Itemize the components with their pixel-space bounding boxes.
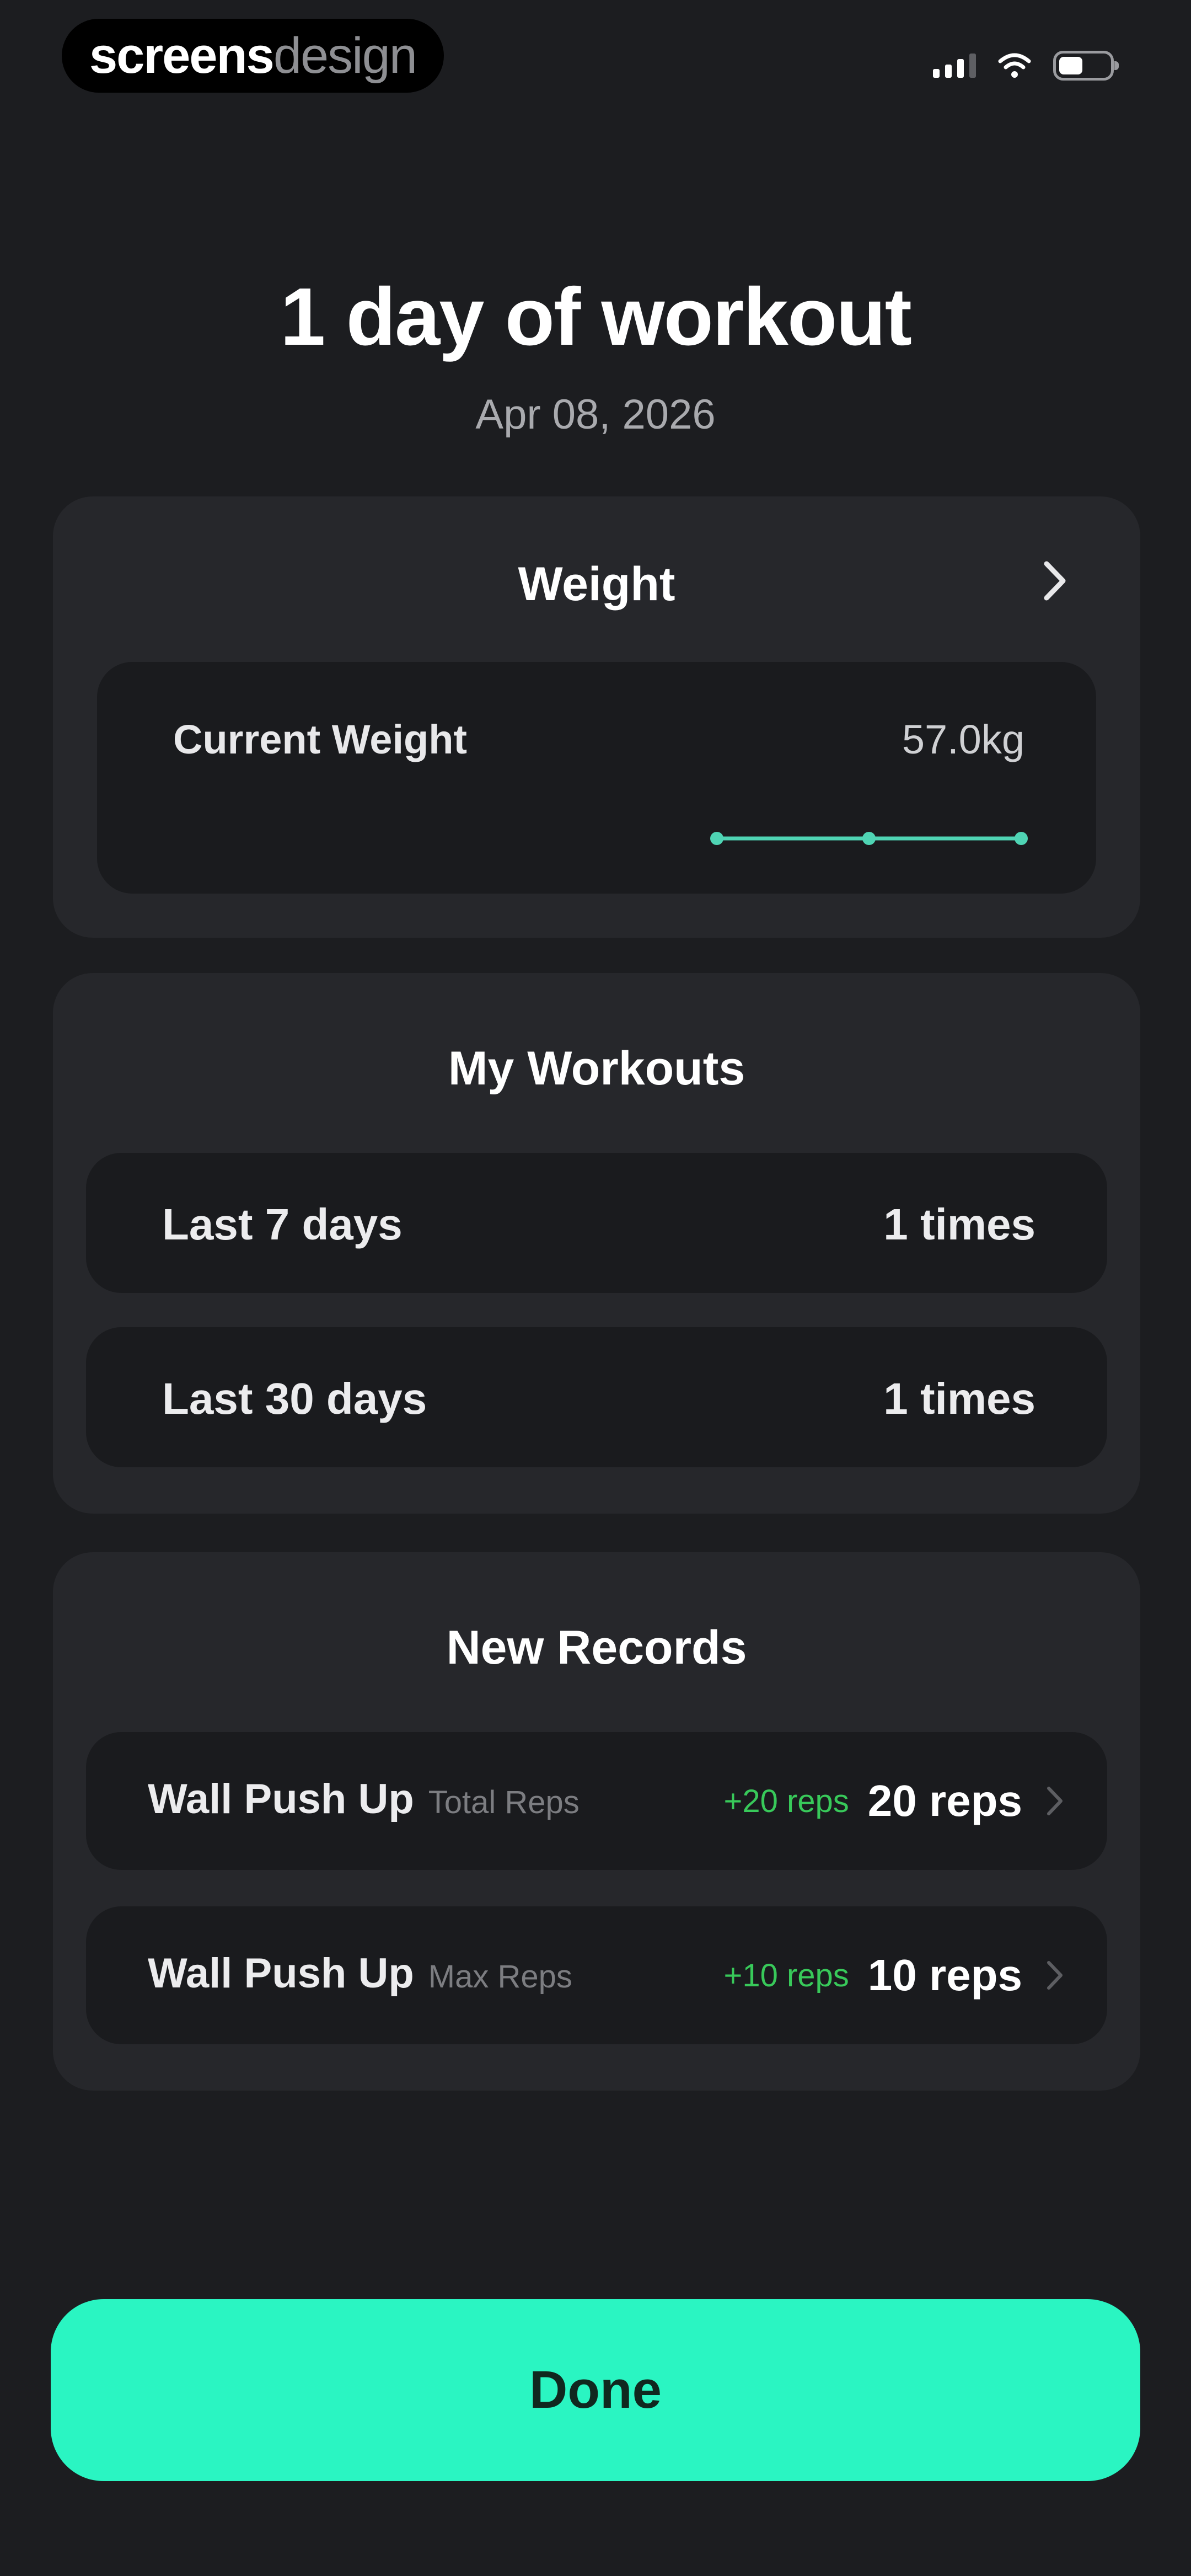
my-workouts-card: My Workouts Last 7 days 1 times Last 30 … <box>53 973 1140 1514</box>
record-exercise-name: Wall Push Up <box>148 1776 414 1823</box>
weight-trend-sparkline <box>710 832 1028 845</box>
brand-logo: screens design <box>62 19 444 93</box>
brand-primary-text: screens <box>89 27 275 84</box>
chevron-right-icon <box>1047 1787 1063 1815</box>
record-values: +20 reps 20 reps <box>723 1732 1069 1870</box>
record-exercise: Wall Push Up Max Reps <box>148 1949 572 1997</box>
workout-stat-row-last-30-days: Last 30 days 1 times <box>86 1327 1107 1467</box>
current-weight-value: 57.0kg <box>902 717 1024 762</box>
chevron-right-icon[interactable] <box>1030 556 1080 606</box>
status-icons <box>933 51 1119 81</box>
page-title: 1 day of workout <box>280 271 912 362</box>
workout-date: Apr 08, 2026 <box>475 391 716 438</box>
record-metric: Max Reps <box>428 1959 572 1995</box>
brand-secondary-text: design <box>273 27 417 84</box>
workout-stat-label: Last 30 days <box>162 1374 427 1423</box>
weight-trend-point <box>710 832 723 845</box>
current-weight-label: Current Weight <box>173 717 468 762</box>
new-records-title: New Records <box>446 1621 747 1674</box>
wifi-icon <box>998 53 1031 78</box>
record-values: +10 reps 10 reps <box>723 1906 1069 2044</box>
weight-card[interactable]: Weight Current Weight 57.0kg <box>53 496 1140 938</box>
done-button[interactable]: Done <box>51 2299 1140 2481</box>
workout-stat-row-last-7-days: Last 7 days 1 times <box>86 1153 1107 1293</box>
record-exercise: Wall Push Up Total Reps <box>148 1775 580 1823</box>
record-row-total-reps[interactable]: Wall Push Up Total Reps +20 reps 20 reps <box>86 1732 1107 1870</box>
record-value: 20 reps <box>867 1776 1022 1825</box>
current-weight-panel: Current Weight 57.0kg <box>97 662 1096 894</box>
workout-stat-value: 1 times <box>883 1200 1036 1249</box>
cellular-signal-icon <box>933 54 976 78</box>
done-button-label: Done <box>529 2360 662 2419</box>
chevron-right-icon <box>1047 1961 1063 1990</box>
record-metric: Total Reps <box>428 1784 580 1820</box>
new-records-card: New Records Wall Push Up Total Reps +20 r… <box>53 1552 1140 2091</box>
record-value: 10 reps <box>867 1950 1022 2000</box>
workout-stat-value: 1 times <box>883 1374 1036 1423</box>
record-exercise-name: Wall Push Up <box>148 1950 414 1997</box>
weight-trend-point <box>862 832 876 845</box>
my-workouts-title: My Workouts <box>448 1042 745 1095</box>
weight-trend-point <box>1015 832 1028 845</box>
weight-card-title: Weight <box>518 558 675 611</box>
battery-icon <box>1053 51 1119 81</box>
workout-stat-label: Last 7 days <box>162 1200 403 1249</box>
status-bar: screens design <box>0 0 1191 110</box>
record-delta: +10 reps <box>723 1957 849 1994</box>
record-row-max-reps[interactable]: Wall Push Up Max Reps +10 reps 10 reps <box>86 1906 1107 2044</box>
record-delta: +20 reps <box>723 1783 849 1819</box>
